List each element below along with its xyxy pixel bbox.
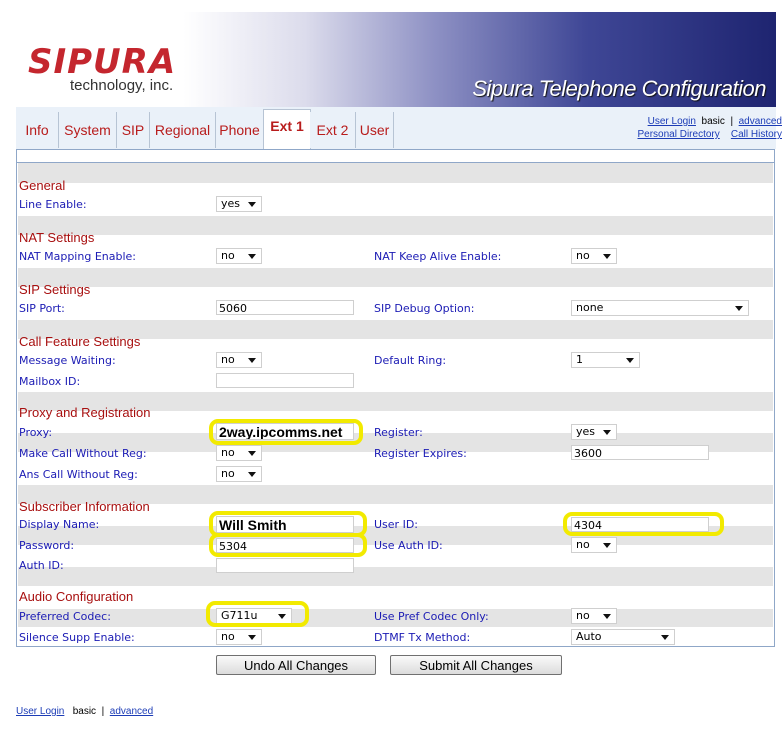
chevron-down-icon [603,614,611,619]
use-auth-id-label: Use Auth ID: [374,539,443,552]
chevron-down-icon [248,202,256,207]
footer-user-login-link[interactable]: User Login [16,706,64,717]
register-expires-label: Register Expires: [374,447,467,460]
section-sip-settings: SIP Settings [19,282,91,297]
display-name-label: Display Name: [19,518,100,531]
tab-user[interactable]: User [356,112,394,148]
make-call-without-reg-label: Make Call Without Reg: [19,447,147,460]
mailbox-id-label: Mailbox ID: [19,375,81,388]
chevron-down-icon [248,472,256,477]
preferred-codec-highlight [206,601,309,627]
sip-port-input[interactable]: 5060 [216,300,354,315]
default-ring-select[interactable]: 1 [571,352,640,368]
default-ring-label: Default Ring: [374,354,447,367]
silence-supp-enable-label: Silence Supp Enable: [19,631,135,644]
chevron-down-icon [626,358,634,363]
use-auth-id-select[interactable]: no [571,537,617,553]
page-title: Sipura Telephone Configuration [472,76,766,101]
footer-advanced-link[interactable]: advanced [110,706,153,717]
submit-all-changes-button[interactable]: Submit All Changes [390,655,562,675]
use-pref-codec-only-select[interactable]: no [571,608,617,624]
advanced-link[interactable]: advanced [739,116,782,127]
page-header: SIPURA technology, inc. Sipura Telephone… [16,12,776,107]
footer-basic-label: basic [72,706,97,717]
proxy-label: Proxy: [19,426,53,439]
tab-system[interactable]: System [59,112,117,148]
sipura-logo: SIPURA [28,42,177,82]
dtmf-tx-method-label: DTMF Tx Method: [374,631,471,644]
chevron-down-icon [603,430,611,435]
top-links: User Login basic | advanced Personal Dir… [632,116,782,140]
section-subscriber-info: Subscriber Information [19,499,150,514]
silence-supp-enable-select[interactable]: no [216,629,262,645]
password-label: Password: [19,539,75,552]
footer-links: User Login basic | advanced [16,706,153,717]
ans-call-without-reg-select[interactable]: no [216,466,262,482]
chevron-down-icon [248,254,256,259]
personal-directory-link[interactable]: Personal Directory [637,129,719,140]
dtmf-tx-method-select[interactable]: Auto [571,629,675,645]
tab-phone[interactable]: Phone [216,112,264,148]
sip-debug-select[interactable]: none [571,300,749,316]
call-history-link[interactable]: Call History [731,129,782,140]
section-general: General [19,178,66,193]
ans-call-without-reg-label: Ans Call Without Reg: [19,468,138,481]
chevron-down-icon [735,306,743,311]
basic-label: basic [701,116,725,127]
logo-subtitle: technology, inc. [70,77,174,94]
nat-keepalive-select[interactable]: no [571,248,617,264]
make-call-without-reg-select[interactable]: no [216,445,262,461]
register-expires-input[interactable]: 3600 [571,445,709,460]
user-id-highlight [563,512,724,536]
section-nat-settings: NAT Settings [19,230,95,245]
auth-id-label: Auth ID: [19,559,64,572]
tab-info[interactable]: Info [16,112,59,148]
sip-debug-label: SIP Debug Option: [374,302,475,315]
section-call-feature: Call Feature Settings [19,334,141,349]
chevron-down-icon [603,543,611,548]
message-waiting-label: Message Waiting: [19,354,116,367]
link-separator: | [730,116,734,127]
use-pref-codec-only-label: Use Pref Codec Only: [374,610,489,623]
chevron-down-icon [603,254,611,259]
chevron-down-icon [248,635,256,640]
tab-ext-1[interactable]: Ext 1 [263,109,311,150]
chevron-down-icon [248,451,256,456]
section-audio-config: Audio Configuration [19,589,134,604]
proxy-highlight [209,419,363,445]
nat-mapping-label: NAT Mapping Enable: [19,250,136,263]
sip-port-label: SIP Port: [19,302,65,315]
chevron-down-icon [248,358,256,363]
user-login-link[interactable]: User Login [648,116,696,127]
user-id-label: User ID: [374,518,418,531]
auth-id-input[interactable] [216,558,354,573]
message-waiting-select[interactable]: no [216,352,262,368]
line-enable-select[interactable]: yes [216,196,262,212]
tab-ext-2[interactable]: Ext 2 [310,112,356,148]
section-proxy-registration: Proxy and Registration [19,405,151,420]
footer-separator: | [101,706,105,717]
undo-all-changes-button[interactable]: Undo All Changes [216,655,376,675]
nat-keepalive-label: NAT Keep Alive Enable: [374,250,502,263]
config-panel: General Line Enable: yes NAT Settings NA… [16,149,775,647]
mailbox-id-input[interactable] [216,373,354,388]
line-enable-label: Line Enable: [19,198,87,211]
tab-sip[interactable]: SIP [117,112,150,148]
chevron-down-icon [661,635,669,640]
nat-mapping-select[interactable]: no [216,248,262,264]
panel-top-strip [17,149,774,163]
register-label: Register: [374,426,423,439]
tab-regional[interactable]: Regional [150,112,216,148]
password-highlight [209,533,367,557]
preferred-codec-label: Preferred Codec: [19,610,111,623]
register-select[interactable]: yes [571,424,617,440]
